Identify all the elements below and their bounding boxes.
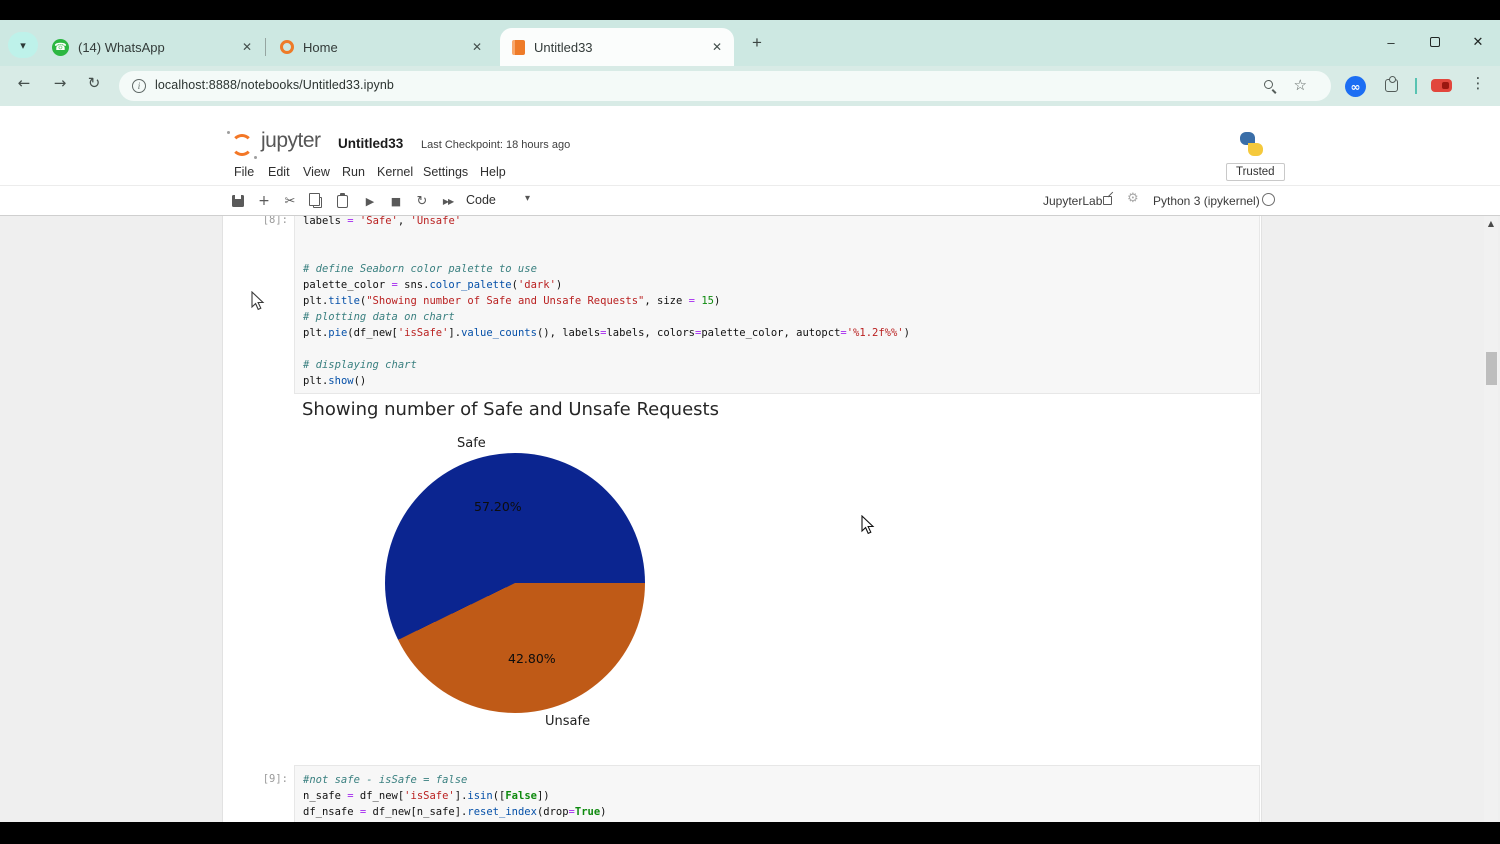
menu-help[interactable]: Help xyxy=(480,165,506,179)
url-text[interactable]: localhost:8888/notebooks/Untitled33.ipyn… xyxy=(155,78,394,92)
extensions-puzzle-icon[interactable] xyxy=(1385,76,1398,92)
whatsapp-icon: ☎ xyxy=(52,38,69,56)
tab-divider xyxy=(265,38,266,56)
menu-file[interactable]: File xyxy=(234,165,254,179)
close-icon[interactable]: ✕ xyxy=(242,40,252,54)
cell-prompt: [9]: xyxy=(262,773,288,785)
scrollbar-thumb[interactable] xyxy=(1486,352,1497,385)
pie-pct-safe: 57.20% xyxy=(474,499,522,514)
pie-slice-label-unsafe: Unsafe xyxy=(545,714,591,729)
new-tab-button[interactable]: + xyxy=(744,30,770,56)
tab-label: Home xyxy=(303,39,338,55)
gear-icon[interactable]: ⚙ xyxy=(1127,191,1139,206)
chevron-down-icon: ▾ xyxy=(525,193,531,204)
menu-kernel[interactable]: Kernel xyxy=(377,165,413,179)
tab-label: (14) WhatsApp xyxy=(78,39,165,55)
checkpoint-text: Last Checkpoint: 18 hours ago xyxy=(421,139,571,151)
address-bar[interactable]: i localhost:8888/notebooks/Untitled33.ip… xyxy=(119,71,1331,101)
maximize-button[interactable] xyxy=(1420,30,1450,54)
restart-kernel-button[interactable]: ↻ xyxy=(410,191,434,211)
forward-icon[interactable]: → xyxy=(48,74,72,92)
save-icon xyxy=(232,195,244,207)
run-cell-button[interactable]: ▶ xyxy=(358,191,382,211)
python-logo-icon xyxy=(1239,132,1263,156)
pie-pct-unsafe: 42.80% xyxy=(508,651,556,666)
trusted-badge[interactable]: Trusted xyxy=(1226,163,1285,181)
paste-cell-button[interactable] xyxy=(330,191,354,211)
menu-bar: File Edit View Run Kernel Settings Help … xyxy=(0,161,1500,186)
copy-cell-button[interactable] xyxy=(304,191,328,211)
notebook-scrollbar[interactable]: ▲ xyxy=(1484,216,1498,822)
tab-home[interactable]: Home ✕ xyxy=(268,28,494,66)
chevron-down-icon: ▾ xyxy=(20,39,26,52)
code-editor[interactable]: labels = 'Safe', 'Unsafe' # define Seabo… xyxy=(295,216,1259,395)
jupyterlab-link[interactable]: JupyterLab xyxy=(1043,194,1102,208)
notebook-viewport[interactable]: [8]: labels = 'Safe', 'Unsafe' # define … xyxy=(0,216,1500,822)
close-icon[interactable]: ✕ xyxy=(712,40,722,54)
video-frame: ▾ ☎ (14) WhatsApp ✕ Home ✕ Untitled33 ✕ … xyxy=(0,0,1500,844)
copy-icon xyxy=(309,193,322,208)
toolbar-separator xyxy=(1415,78,1417,94)
tab-strip: ▾ ☎ (14) WhatsApp ✕ Home ✕ Untitled33 ✕ … xyxy=(0,20,1500,66)
chrome-menu-icon[interactable]: ⋮ xyxy=(1468,74,1488,92)
jupyter-page: jupyter Untitled33 Last Checkpoint: 18 h… xyxy=(0,106,1500,822)
kernel-status-icon xyxy=(1262,193,1275,206)
minimize-button[interactable]: – xyxy=(1376,30,1406,54)
scroll-up-icon[interactable]: ▲ xyxy=(1484,219,1498,228)
mouse-cursor xyxy=(861,515,875,535)
menu-settings[interactable]: Settings xyxy=(423,165,468,179)
code-cell-input[interactable]: #not safe - isSafe = false n_safe = df_ne… xyxy=(294,765,1260,822)
tab-whatsapp[interactable]: ☎ (14) WhatsApp ✕ xyxy=(40,28,264,66)
cell-prompt: [8]: xyxy=(262,216,288,226)
back-icon[interactable]: ← xyxy=(12,74,36,92)
tab-search-button[interactable]: ▾ xyxy=(8,32,38,58)
pie-chart xyxy=(385,453,645,713)
browser-toolbar: ← → ↻ i localhost:8888/notebooks/Untitle… xyxy=(0,66,1500,106)
pie-slice-label-safe: Safe xyxy=(457,436,486,451)
chart-title: Showing number of Safe and Unsafe Reques… xyxy=(302,399,719,420)
stop-kernel-button[interactable]: ■ xyxy=(384,191,408,211)
jupyter-logo-text: jupyter xyxy=(261,129,321,152)
paste-icon xyxy=(336,193,348,208)
menu-view[interactable]: View xyxy=(303,165,330,179)
zoom-icon[interactable] xyxy=(1264,80,1273,89)
bookmark-star-icon[interactable]: ☆ xyxy=(1294,76,1307,94)
notebook-toolbar: + ✂ ▶ ■ ↻ ▶▶ Code ▾ JupyterLab ⚙ Python … xyxy=(0,187,1500,216)
notebook-file-icon xyxy=(512,39,525,55)
close-window-button[interactable]: ✕ xyxy=(1462,30,1494,54)
close-icon[interactable]: ✕ xyxy=(472,40,482,54)
reload-icon[interactable]: ↻ xyxy=(82,74,106,92)
notebook-title[interactable]: Untitled33 xyxy=(338,136,403,151)
site-info-icon[interactable]: i xyxy=(132,79,146,93)
tab-untitled33[interactable]: Untitled33 ✕ xyxy=(500,28,734,66)
restart-run-all-button[interactable]: ▶▶ xyxy=(436,191,460,211)
code-cell-input[interactable]: labels = 'Safe', 'Unsafe' # define Seabo… xyxy=(294,216,1260,394)
code-editor[interactable]: #not safe - isSafe = false n_safe = df_ne… xyxy=(295,766,1259,822)
insert-cell-button[interactable]: + xyxy=(252,191,276,211)
cell-type-dropdown[interactable]: Code xyxy=(466,193,496,207)
jupyter-logo-icon xyxy=(227,131,257,159)
menu-edit[interactable]: Edit xyxy=(268,165,290,179)
extension-blue-icon[interactable]: ∞ xyxy=(1345,76,1366,97)
mouse-cursor-ghost xyxy=(251,291,265,311)
kernel-name[interactable]: Python 3 (ipykernel) xyxy=(1153,194,1260,208)
external-link-icon xyxy=(1103,196,1112,205)
cut-cell-button[interactable]: ✂ xyxy=(278,191,302,211)
save-button[interactable] xyxy=(226,191,250,211)
maximize-icon xyxy=(1430,37,1440,47)
browser-window: ▾ ☎ (14) WhatsApp ✕ Home ✕ Untitled33 ✕ … xyxy=(0,20,1500,822)
extension-red-icon[interactable] xyxy=(1431,79,1452,92)
tab-label: Untitled33 xyxy=(534,39,593,55)
menu-run[interactable]: Run xyxy=(342,165,365,179)
jupyter-ring-icon xyxy=(280,40,294,54)
